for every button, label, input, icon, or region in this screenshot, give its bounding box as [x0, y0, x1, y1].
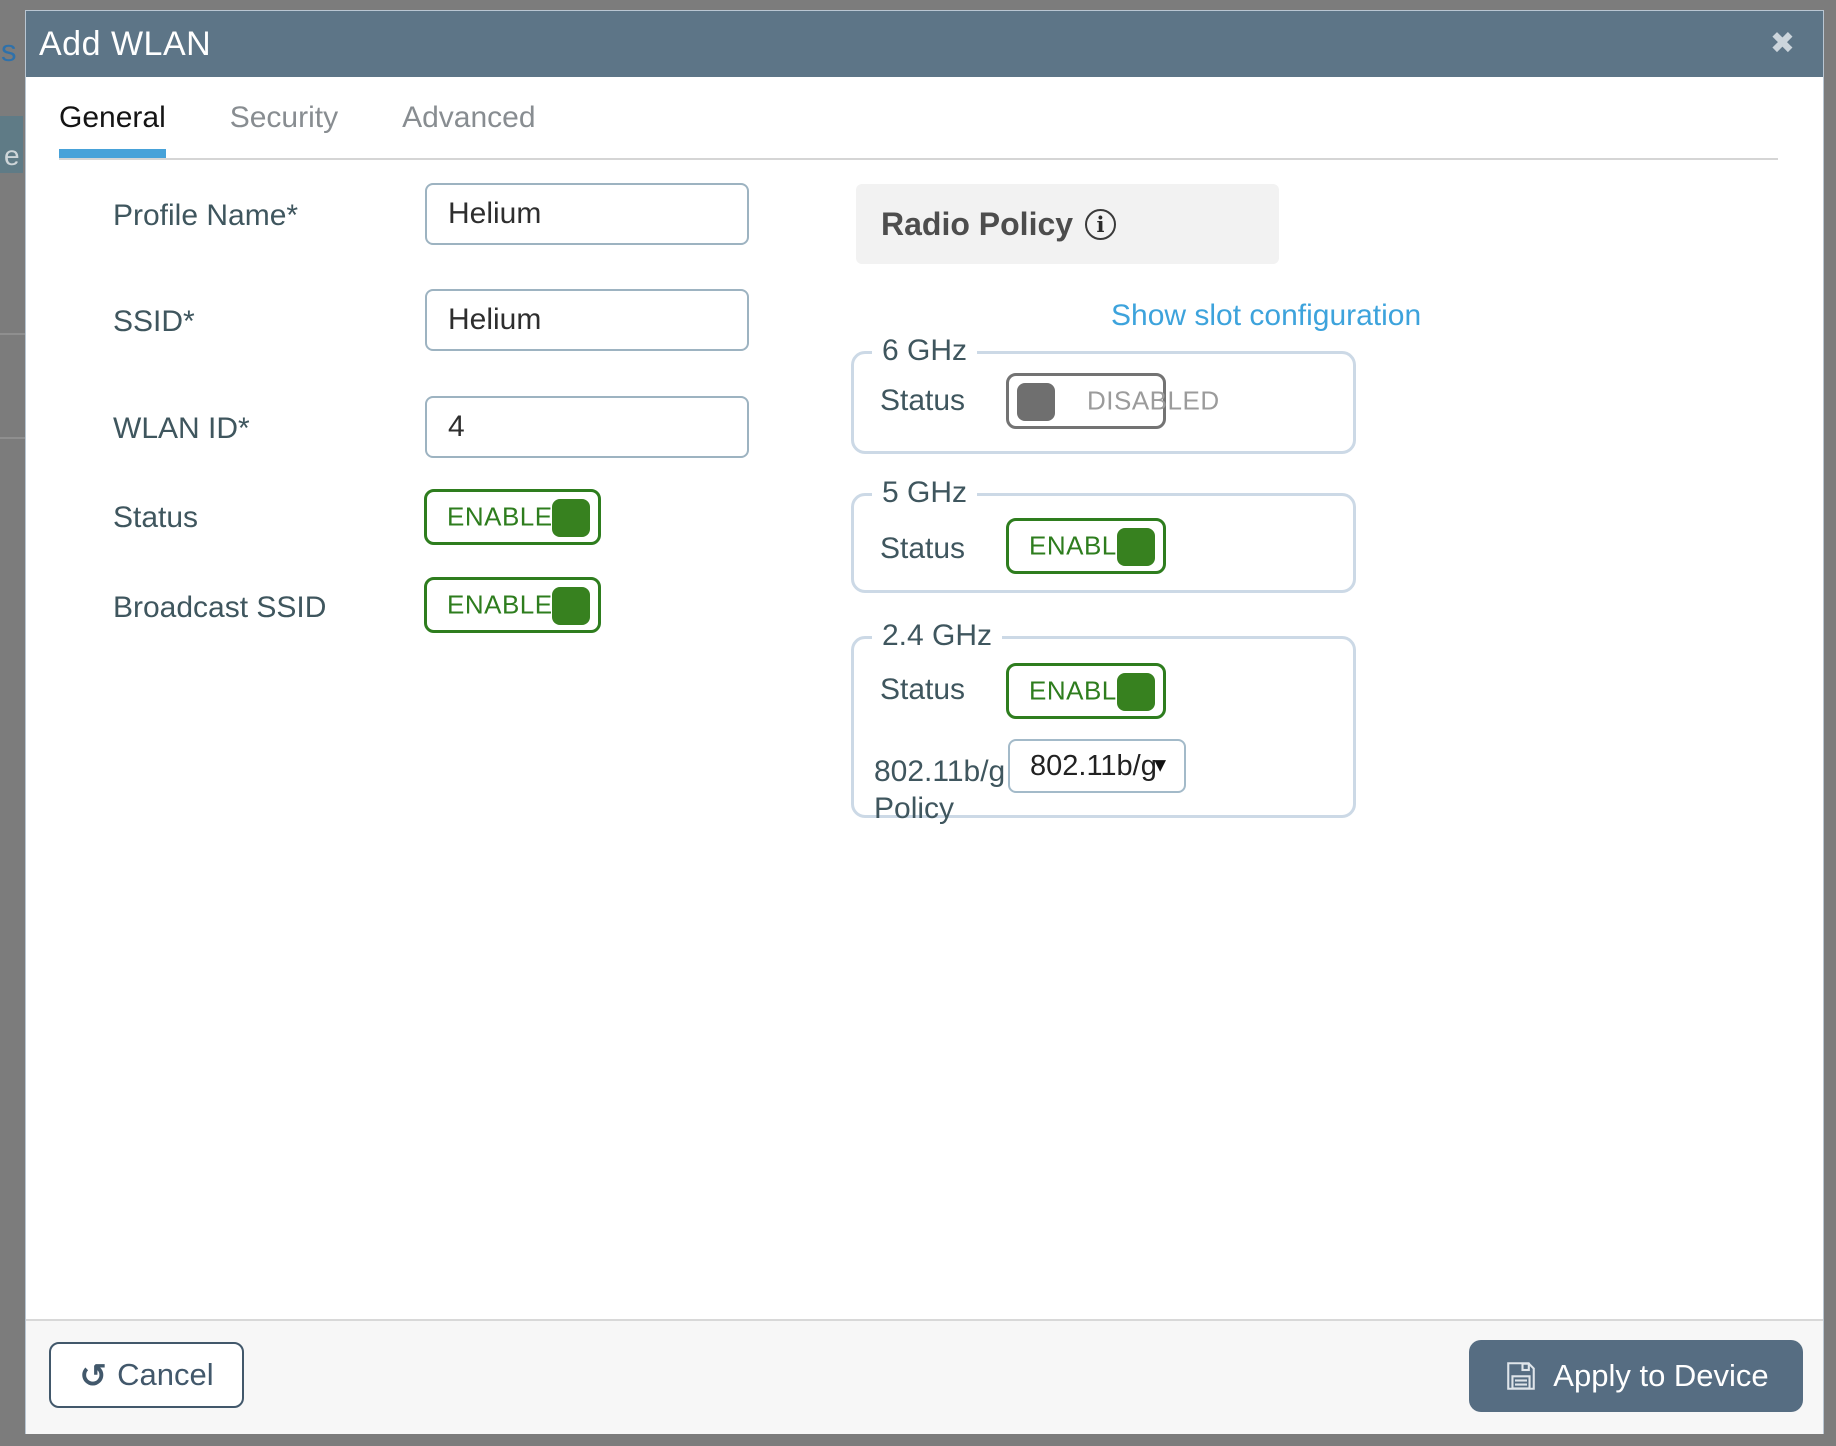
policy-80211bg-dropdown[interactable]: 802.11b/g ▼ — [1008, 739, 1186, 793]
close-icon[interactable]: ✖ — [1770, 25, 1795, 63]
save-icon — [1503, 1358, 1539, 1394]
cancel-button[interactable]: ↺ Cancel — [49, 1342, 244, 1408]
cancel-button-label: Cancel — [117, 1357, 214, 1393]
wlan-id-label: WLAN ID* — [113, 412, 250, 446]
band-24ghz-status-toggle[interactable]: ENABLED — [1006, 663, 1166, 719]
background-button-label: e — [4, 140, 20, 172]
dialog-footer: ↺ Cancel Apply to Device — [26, 1319, 1823, 1434]
apply-button-label: Apply to Device — [1553, 1358, 1768, 1394]
toggle-knob — [1017, 383, 1055, 421]
policy-dropdown-value: 802.11b/g — [1030, 750, 1157, 783]
tab-advanced[interactable]: Advanced — [402, 91, 535, 158]
band-6ghz-legend: 6 GHz — [872, 334, 977, 368]
ssid-input[interactable] — [425, 289, 749, 351]
tab-security[interactable]: Security — [230, 91, 338, 158]
band-6ghz-toggle-state: DISABLED — [1087, 386, 1220, 417]
profile-name-input[interactable] — [425, 183, 749, 245]
radio-policy-title: Radio Policy — [881, 206, 1073, 243]
status-toggle[interactable]: ENABLED — [424, 489, 601, 545]
band-6ghz-status-label: Status — [880, 384, 965, 418]
toggle-knob — [1117, 673, 1155, 711]
band-24ghz-legend: 2.4 GHz — [872, 619, 1002, 653]
apply-to-device-button[interactable]: Apply to Device — [1469, 1340, 1803, 1412]
add-wlan-dialog: Add WLAN ✖ General Security Advanced Pro… — [25, 10, 1824, 1434]
ssid-label: SSID* — [113, 305, 195, 339]
status-label: Status — [113, 501, 198, 535]
background-table-divider — [0, 333, 25, 335]
band-5ghz-legend: 5 GHz — [872, 476, 977, 510]
show-slot-configuration-link[interactable]: Show slot configuration — [1111, 299, 1421, 333]
info-icon[interactable]: i — [1085, 209, 1116, 240]
undo-icon: ↺ — [79, 1359, 107, 1392]
wlan-id-input[interactable] — [425, 396, 749, 458]
policy-80211bg-label: 802.11b/g Policy — [874, 753, 1005, 827]
dialog-title: Add WLAN — [39, 25, 211, 64]
tab-general[interactable]: General — [59, 91, 166, 158]
chevron-down-icon: ▼ — [1150, 755, 1170, 778]
background-table-divider — [0, 437, 25, 439]
band-24ghz-status-label: Status — [880, 673, 965, 707]
band-5ghz-status-label: Status — [880, 532, 965, 566]
tab-bar: General Security Advanced — [59, 91, 1778, 160]
profile-name-label: Profile Name* — [113, 199, 298, 233]
toggle-knob — [552, 499, 590, 537]
background-button-fragment: e — [0, 116, 23, 173]
radio-policy-header: Radio Policy i — [856, 184, 1279, 264]
broadcast-ssid-label: Broadcast SSID — [113, 591, 326, 625]
toggle-knob — [552, 587, 590, 625]
band-6ghz-status-toggle[interactable]: DISABLED — [1006, 373, 1166, 429]
dimmed-background: s & e — [0, 0, 25, 1446]
band-5ghz-status-toggle[interactable]: ENABLED — [1006, 518, 1166, 574]
dialog-header: Add WLAN ✖ — [26, 11, 1823, 77]
toggle-knob — [1117, 528, 1155, 566]
broadcast-ssid-toggle[interactable]: ENABLED — [424, 577, 601, 633]
